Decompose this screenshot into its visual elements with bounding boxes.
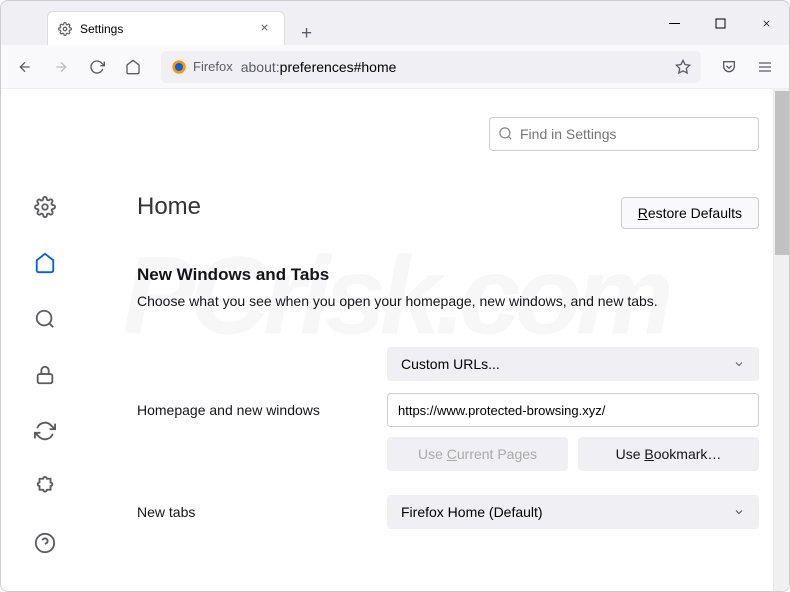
menu-button[interactable]: [749, 51, 781, 83]
newtabs-label: New tabs: [137, 504, 371, 520]
lock-icon: [34, 364, 56, 386]
close-icon: [259, 22, 270, 33]
url-text: about:preferences#home: [241, 59, 397, 75]
gear-icon: [34, 196, 56, 218]
search-settings-input[interactable]: [489, 117, 759, 151]
sidebar-item-privacy[interactable]: [31, 361, 59, 389]
close-window-button[interactable]: [743, 1, 789, 45]
browser-tab[interactable]: Settings: [47, 11, 285, 45]
identity-label: Firefox: [193, 59, 233, 74]
titlebar: Settings +: [1, 1, 789, 45]
homepage-mode-row: Custom URLs...: [137, 347, 759, 381]
pocket-icon: [721, 59, 737, 75]
window-controls: [651, 1, 789, 45]
chevron-down-icon: [733, 358, 745, 370]
bookmark-star-icon[interactable]: [675, 59, 691, 75]
scrollbar[interactable]: [773, 89, 789, 592]
url-bar[interactable]: Firefox about:preferences#home: [161, 51, 701, 83]
sync-icon: [34, 420, 56, 442]
back-button[interactable]: [9, 51, 41, 83]
forward-button[interactable]: [45, 51, 77, 83]
puzzle-icon: [34, 476, 56, 498]
reload-icon: [89, 59, 105, 75]
hamburger-icon: [757, 59, 773, 75]
restore-defaults-button[interactable]: Restore Defaults: [621, 197, 759, 229]
select-value: Custom URLs...: [401, 356, 500, 372]
site-identity[interactable]: Firefox: [171, 59, 233, 75]
homepage-url-input[interactable]: [387, 393, 759, 427]
homepage-label: Homepage and new windows: [137, 402, 371, 418]
close-icon: [761, 18, 772, 29]
minimize-icon: [669, 18, 680, 29]
maximize-icon: [715, 18, 726, 29]
use-bookmark-button[interactable]: Use Bookmark…: [578, 437, 759, 471]
minimize-button[interactable]: [651, 1, 697, 45]
settings-sidebar: [1, 89, 89, 592]
search-icon: [34, 308, 56, 330]
search-icon: [498, 126, 513, 146]
select-value: Firefox Home (Default): [401, 504, 543, 520]
sidebar-item-general[interactable]: [31, 193, 59, 221]
home-icon: [34, 252, 56, 274]
chevron-down-icon: [733, 506, 745, 518]
settings-main: Home Restore Defaults New Windows and Ta…: [89, 89, 789, 592]
arrow-left-icon: [17, 59, 33, 75]
help-icon: [34, 532, 56, 554]
sidebar-item-sync[interactable]: [31, 417, 59, 445]
homepage-buttons: Use Current Pages Use Bookmark…: [387, 437, 759, 471]
scrollbar-thumb[interactable]: [775, 91, 789, 255]
newtabs-select[interactable]: Firefox Home (Default): [387, 495, 759, 529]
new-tab-button[interactable]: +: [295, 23, 318, 45]
sidebar-item-search[interactable]: [31, 305, 59, 333]
sidebar-item-help[interactable]: [31, 529, 59, 557]
gear-icon: [58, 22, 72, 36]
sidebar-item-home[interactable]: [31, 249, 59, 277]
tab-title: Settings: [80, 22, 255, 36]
pocket-button[interactable]: [713, 51, 745, 83]
maximize-button[interactable]: [697, 1, 743, 45]
sidebar-item-extensions[interactable]: [31, 473, 59, 501]
arrow-right-icon: [53, 59, 69, 75]
newtabs-row: New tabs Firefox Home (Default): [137, 495, 759, 529]
tab-close-button[interactable]: [255, 19, 274, 38]
home-icon: [125, 59, 141, 75]
home-button[interactable]: [117, 51, 149, 83]
reload-button[interactable]: [81, 51, 113, 83]
firefox-logo-icon: [171, 59, 187, 75]
section-description: Choose what you see when you open your h…: [137, 293, 759, 309]
homepage-url-row: Homepage and new windows: [137, 393, 759, 427]
section-title: New Windows and Tabs: [137, 265, 759, 285]
toolbar: Firefox about:preferences#home: [1, 45, 789, 89]
search-settings-container: [489, 117, 759, 151]
homepage-mode-select[interactable]: Custom URLs...: [387, 347, 759, 381]
use-current-pages-button: Use Current Pages: [387, 437, 568, 471]
